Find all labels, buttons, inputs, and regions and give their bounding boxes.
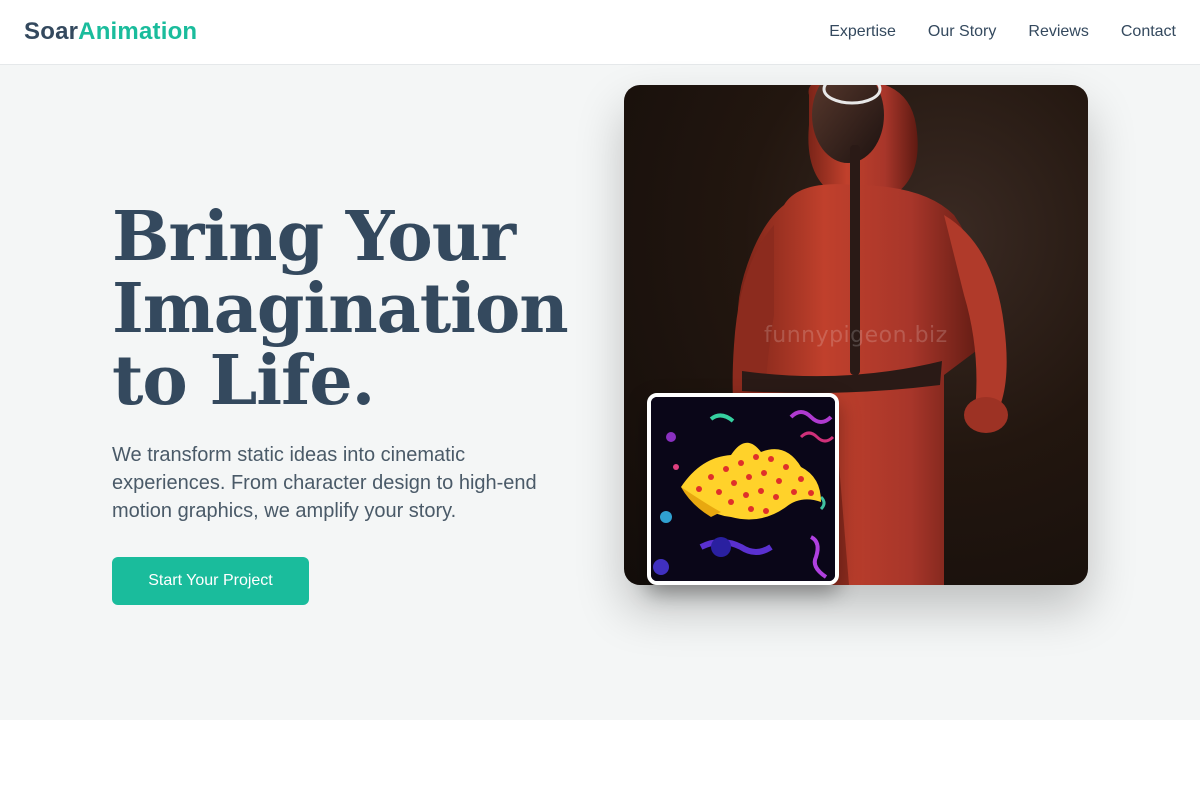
hero-title-line: to Life. <box>112 341 375 421</box>
nav-menu: Expertise Our Story Reviews Contact <box>829 23 1176 41</box>
hero-inset-image <box>647 393 839 585</box>
brand-part-soar: Soar <box>24 18 79 45</box>
hero-title-line: Bring Your <box>112 197 516 277</box>
brand-logo[interactable]: SoarAnimation <box>24 18 197 46</box>
nav-link-expertise[interactable]: Expertise <box>829 23 896 41</box>
hero-text-block: Bring Your Imagination to Life. We trans… <box>112 201 582 605</box>
start-project-button[interactable]: Start Your Project <box>112 557 309 605</box>
creature-illustration <box>651 397 835 581</box>
next-section <box>0 720 1200 800</box>
image-watermark: funnypigeon.biz <box>764 323 948 348</box>
hero-title: Bring Your Imagination to Life. <box>112 201 582 417</box>
hero-title-line: Imagination <box>112 269 569 349</box>
top-nav: SoarAnimation Expertise Our Story Review… <box>0 0 1200 65</box>
nav-link-contact[interactable]: Contact <box>1121 23 1176 41</box>
brand-part-animation: Animation <box>78 18 198 45</box>
nav-link-reviews[interactable]: Reviews <box>1028 23 1088 41</box>
nav-link-our-story[interactable]: Our Story <box>928 23 996 41</box>
hero-subtitle: We transform static ideas into cinematic… <box>112 444 537 522</box>
